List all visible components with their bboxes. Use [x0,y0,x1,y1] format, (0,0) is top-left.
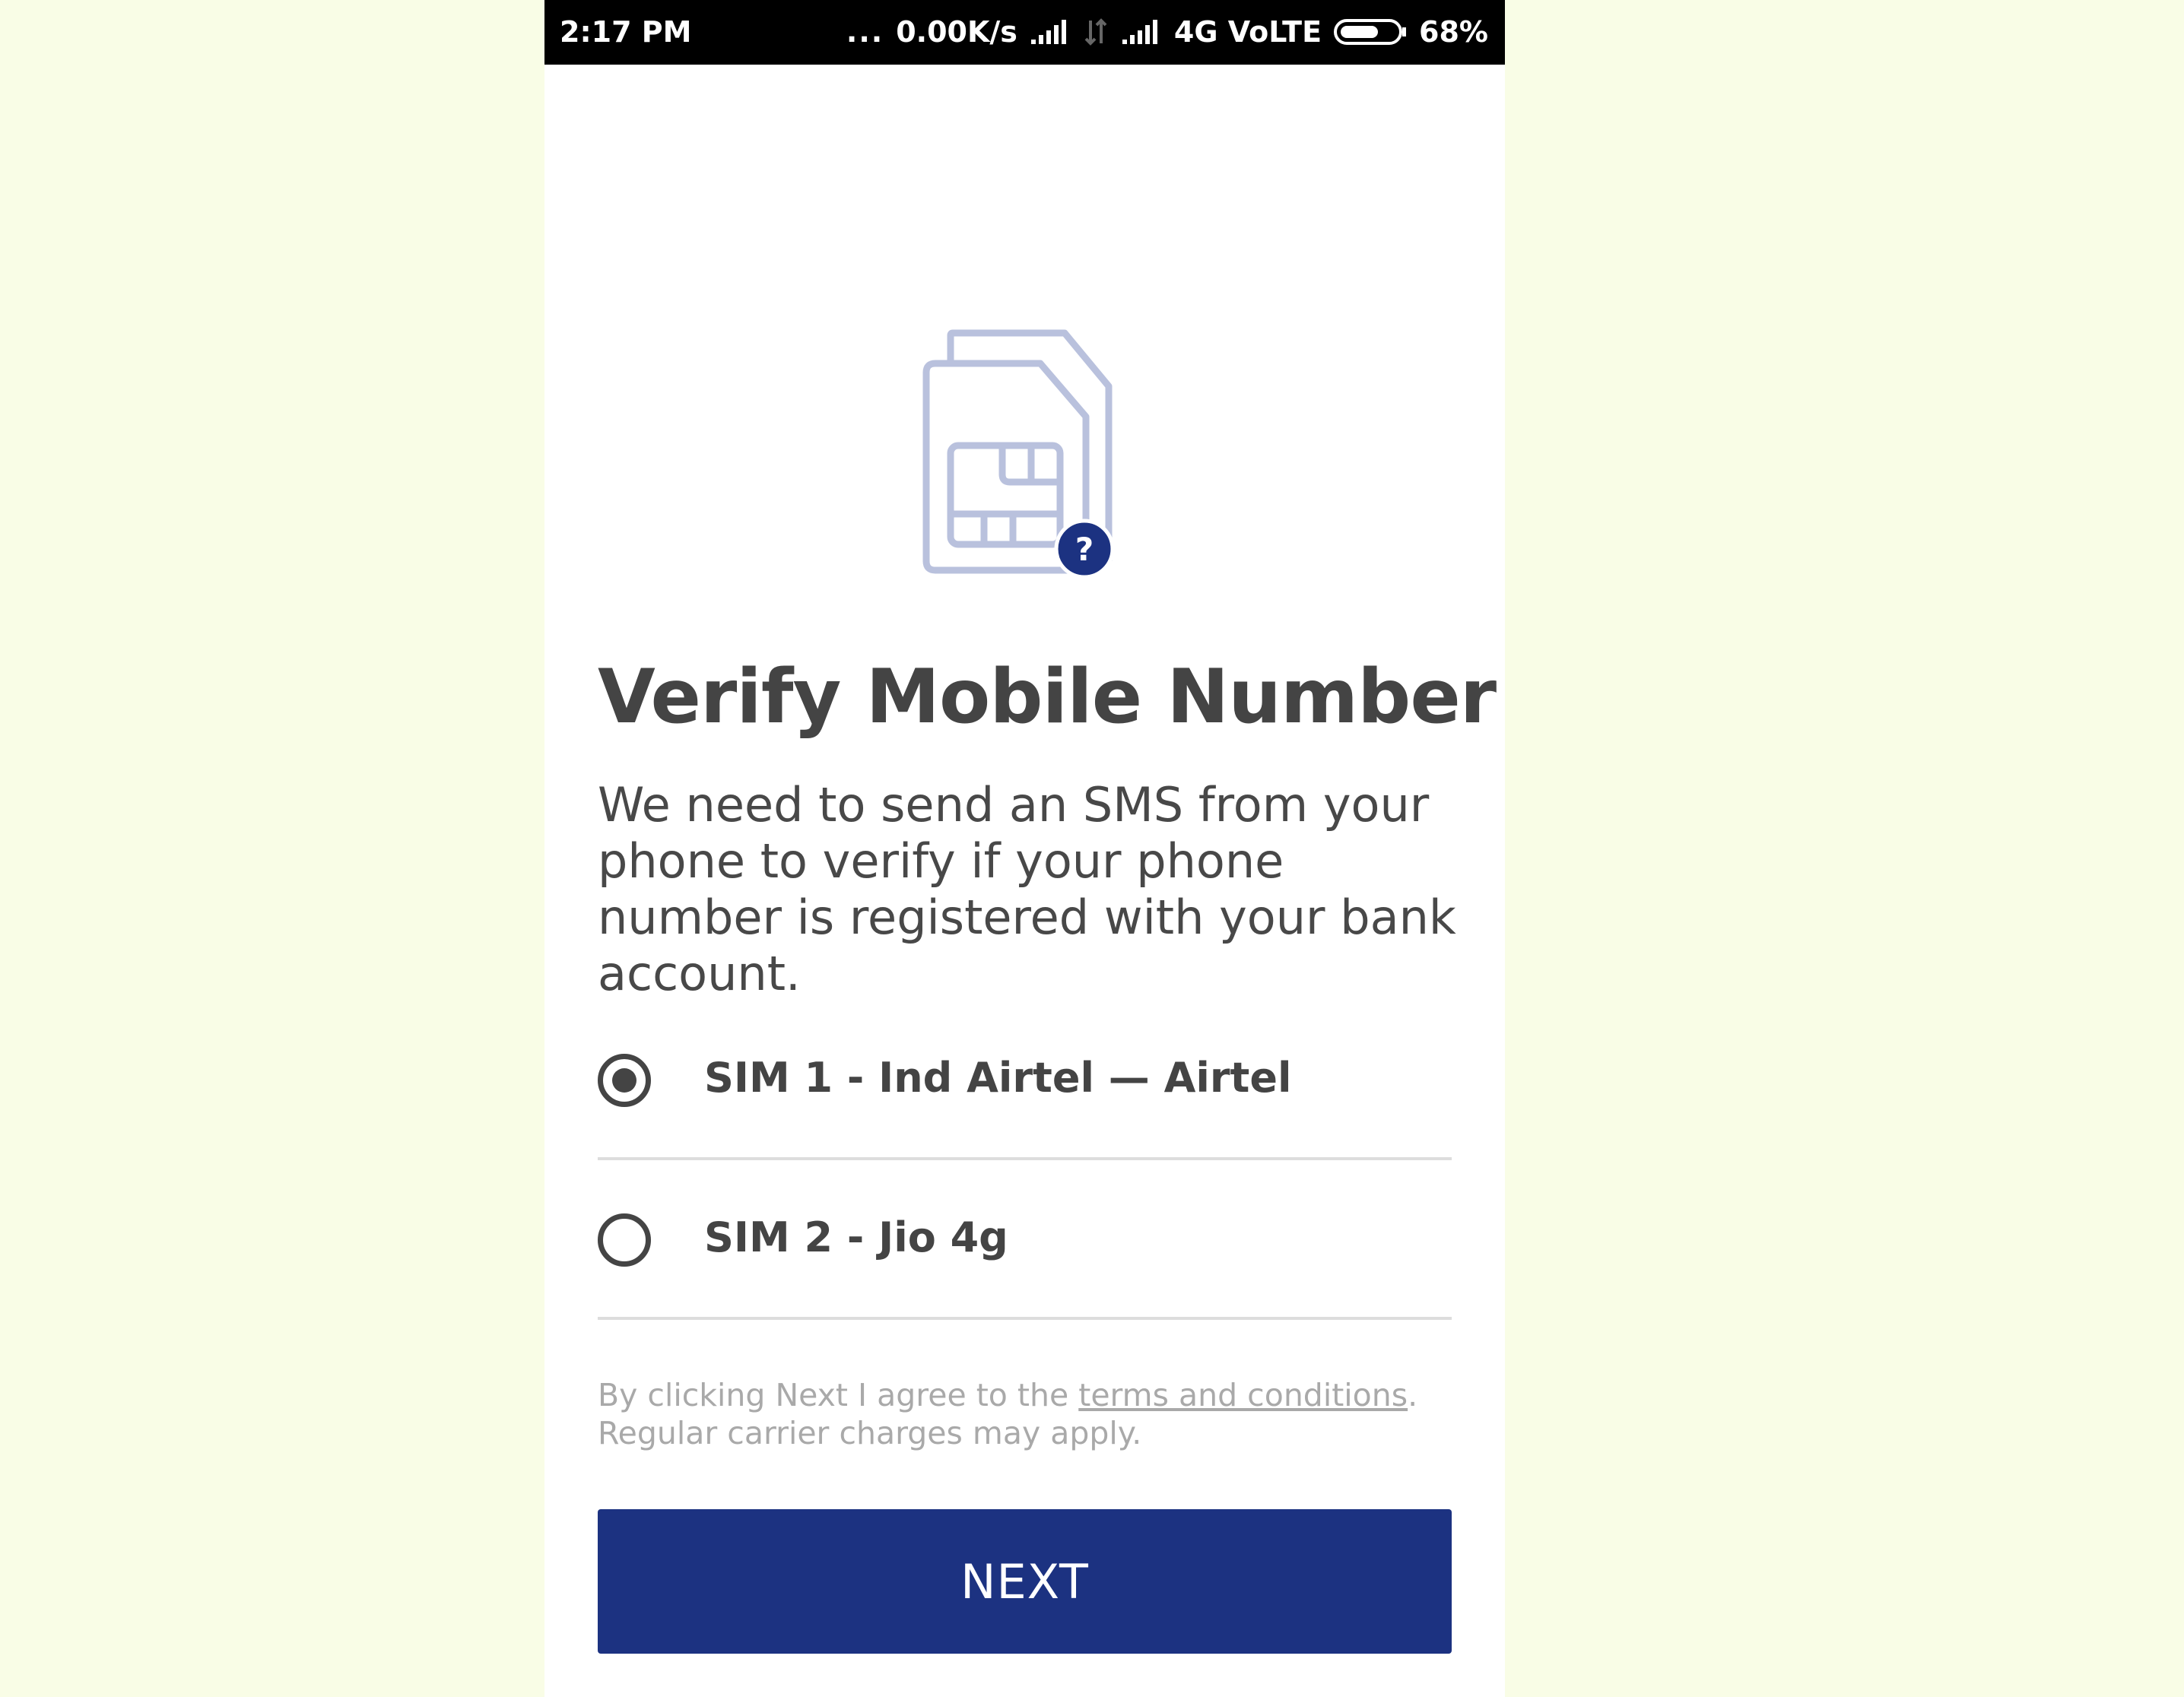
sim2-radio-button[interactable] [598,1213,651,1267]
status-bar: 2:17 PM ... 0.00K/s 4G VoLTE 68% [544,0,1505,65]
next-button[interactable]: NEXT [598,1509,1452,1654]
carrier-charges-note: Regular carrier charges may apply. [598,1415,1142,1451]
sim-option-1[interactable]: SIM 1 - Ind Airtel — Airtel [598,1001,1452,1160]
status-indicators: ... 0.00K/s 4G VoLTE 68% [846,15,1488,49]
question-badge-label: ? [1075,531,1094,568]
status-time: 2:17 PM [560,15,692,49]
data-transfer-icon [1084,18,1107,46]
battery-icon [1334,19,1407,45]
network-type: 4G VoLTE [1173,15,1322,49]
page-title: Verify Mobile Number [598,654,1497,741]
sim-card-graphic: ? [919,325,1124,584]
battery-percent: 68% [1419,15,1488,49]
terms-prefix: By clicking Next I agree to the [598,1377,1079,1413]
question-badge-icon: ? [1054,519,1115,579]
network-speed: 0.00K/s [896,15,1017,49]
sim1-radio-button[interactable] [598,1054,651,1107]
sim-option-2[interactable]: SIM 2 - Jio 4g [598,1160,1452,1320]
signal-icon-sim2 [1122,20,1157,44]
terms-suffix: . [1408,1377,1418,1413]
sim1-label: SIM 1 - Ind Airtel — Airtel [704,1054,1292,1102]
sim2-label: SIM 2 - Jio 4g [704,1213,1008,1261]
terms-notice: By clicking Next I agree to the terms an… [598,1376,1457,1452]
signal-icon-sim1 [1030,20,1066,44]
notification-dots: ... [846,15,884,49]
terms-link[interactable]: terms and conditions [1078,1377,1408,1413]
phone-screen: 2:17 PM ... 0.00K/s 4G VoLTE 68% ? Verif… [544,0,1505,1697]
page-description: We need to send an SMS from your phone t… [598,777,1456,1001]
